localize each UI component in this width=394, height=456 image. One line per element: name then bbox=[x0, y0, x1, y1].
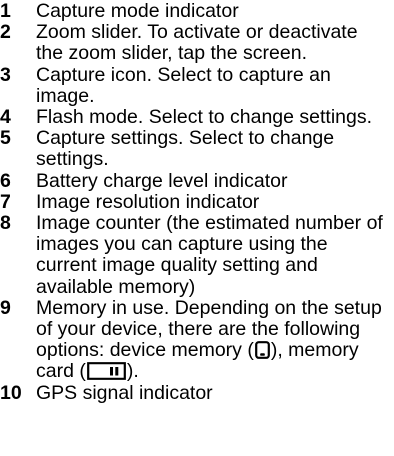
item-number: 3 bbox=[0, 63, 11, 86]
item-description: Memory in use. Depending on the setup of… bbox=[36, 297, 394, 383]
legend-item-10: 10 GPS signal indicator bbox=[0, 381, 394, 404]
item-number: 9 bbox=[0, 296, 11, 319]
item-description: Capture mode indicator bbox=[36, 0, 239, 22]
legend-item-7: 7 Image resolution indicator bbox=[0, 190, 394, 213]
legend-item-4: 4 Flash mode. Select to change settings. bbox=[0, 106, 394, 129]
item-number: 1 bbox=[0, 0, 11, 22]
legend-item-1: 1 Capture mode indicator bbox=[0, 0, 394, 22]
phone-memory-icon bbox=[254, 341, 270, 360]
item-number: 5 bbox=[0, 127, 11, 150]
item-text-end: ). bbox=[126, 360, 139, 383]
item-description: Image resolution indicator bbox=[36, 190, 260, 213]
memory-card-icon bbox=[86, 362, 126, 381]
item-description: GPS signal indicator bbox=[36, 381, 213, 404]
legend-item-6: 6 Battery charge level indicator bbox=[0, 169, 394, 192]
camera-screen-legend: 1 Capture mode indicator 2 Zoom slider. … bbox=[0, 0, 394, 404]
item-number: 8 bbox=[0, 212, 11, 235]
item-description: Capture settings. Select to change setti… bbox=[36, 127, 335, 171]
item-number: 2 bbox=[0, 21, 11, 44]
item-description: Battery charge level indicator bbox=[36, 169, 288, 192]
legend-item-5: 5 Capture settings. Select to change set… bbox=[0, 127, 394, 171]
item-description: Image counter (the estimated number of i… bbox=[36, 212, 383, 298]
item-number: 10 bbox=[0, 381, 22, 404]
legend-item-3: 3 Capture icon. Select to capture an ima… bbox=[0, 63, 394, 107]
item-description: Zoom slider. To activate or deactivate t… bbox=[36, 21, 358, 65]
item-description: Capture icon. Select to capture an image… bbox=[36, 63, 331, 107]
item-number: 7 bbox=[0, 190, 11, 213]
legend-item-9: 9 Memory in use. Depending on the setup … bbox=[0, 296, 394, 383]
item-number: 4 bbox=[0, 106, 11, 129]
item-description: Flash mode. Select to change settings. bbox=[36, 106, 373, 129]
legend-item-2: 2 Zoom slider. To activate or deactivate… bbox=[0, 21, 394, 65]
legend-item-8: 8 Image counter (the estimated number of… bbox=[0, 212, 394, 298]
item-number: 6 bbox=[0, 169, 11, 192]
